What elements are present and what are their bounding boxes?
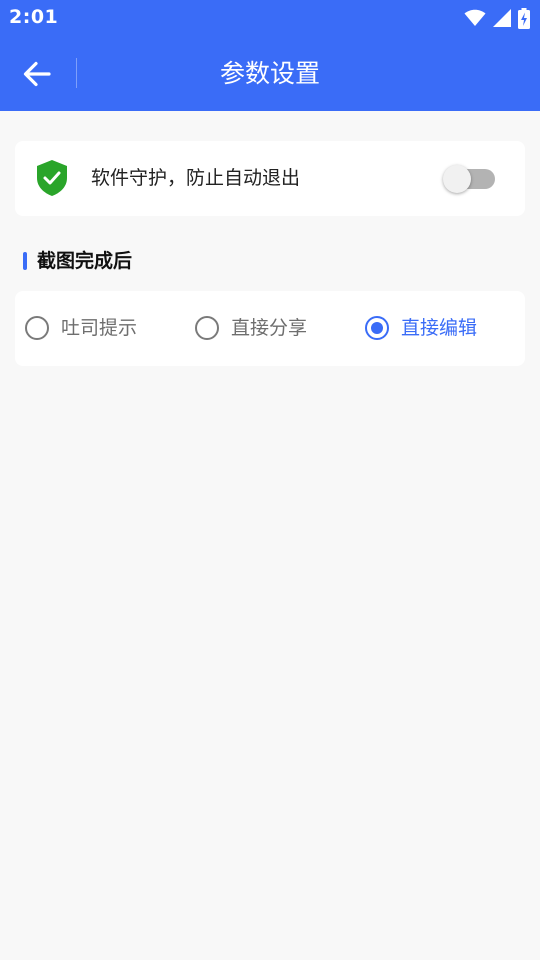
- radio-label: 直接编辑: [401, 317, 478, 339]
- app-bar: 参数设置: [0, 36, 540, 111]
- radio-label: 吐司提示: [61, 317, 138, 339]
- radio-option-toast[interactable]: 吐司提示: [25, 313, 137, 343]
- radio-dot: [371, 322, 383, 334]
- page-title: 参数设置: [219, 59, 320, 88]
- radio-option-edit[interactable]: 直接编辑: [365, 313, 477, 343]
- section-accent-bar: [23, 252, 27, 270]
- status-bar: 2:01: [0, 0, 540, 36]
- radio-circle[interactable]: [195, 316, 219, 340]
- radio-circle[interactable]: [25, 316, 49, 340]
- status-time: 2:01: [9, 6, 59, 28]
- radio-label: 直接分享: [231, 317, 308, 339]
- guard-toggle-switch[interactable]: [443, 165, 495, 193]
- toggle-thumb: [443, 165, 471, 193]
- wifi-icon: [464, 9, 486, 26]
- status-icons: [464, 7, 530, 29]
- radio-option-share[interactable]: 直接分享: [195, 313, 307, 343]
- cell-signal-icon: [493, 9, 511, 27]
- guard-setting-label: 软件守护，防止自动退出: [91, 167, 301, 189]
- radio-circle-checked[interactable]: [365, 316, 389, 340]
- section-title: 截图完成后: [37, 250, 133, 272]
- screen: 2:01 参数设置 软件守护，防止自动退出 截图完成后 吐司提示 直接分享 直接…: [0, 0, 540, 960]
- shield-check-icon: [37, 160, 67, 196]
- battery-charging-icon: [518, 7, 530, 29]
